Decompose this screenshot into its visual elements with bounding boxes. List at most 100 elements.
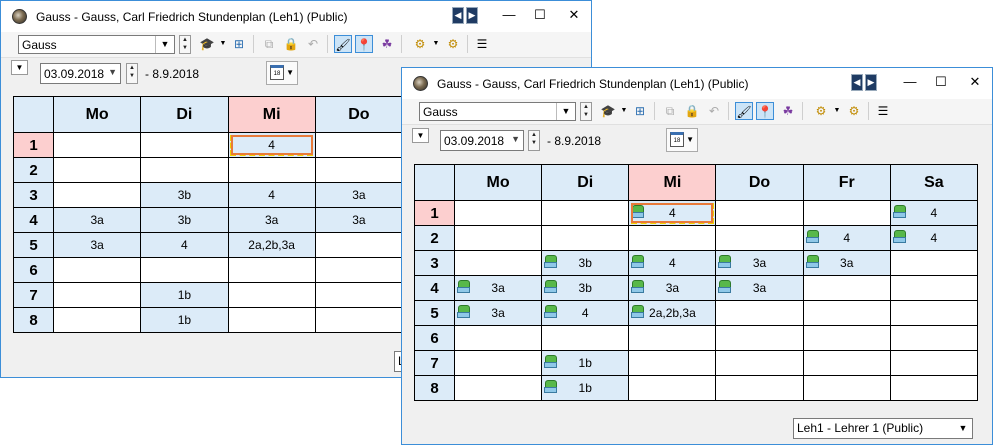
lesson-cell[interactable]: 3b — [140, 182, 229, 208]
empty-cell[interactable] — [715, 225, 804, 251]
lesson-cell[interactable]: 1b — [140, 307, 229, 333]
period-header[interactable]: 4 — [13, 207, 54, 233]
close-icon[interactable]: ✕ — [562, 4, 586, 26]
close-icon[interactable]: ✕ — [963, 71, 987, 93]
empty-cell[interactable] — [314, 157, 404, 183]
period-header[interactable]: 6 — [13, 257, 54, 283]
period-header[interactable]: 4 — [414, 275, 455, 301]
empty-cell[interactable] — [802, 275, 891, 301]
lesson-cell[interactable]: 4 — [227, 132, 316, 158]
empty-cell[interactable] — [628, 375, 717, 401]
chevron-down-icon[interactable]: ▼ — [108, 67, 117, 77]
empty-cell[interactable] — [52, 157, 142, 183]
day-header[interactable]: Do — [314, 96, 404, 133]
lesson-cell[interactable]: 3b — [140, 207, 229, 233]
lesson-cell[interactable]: 2a,2b,3a — [227, 232, 316, 258]
lesson-cell[interactable]: 3a — [802, 250, 891, 276]
minimize-icon[interactable]: — — [898, 71, 922, 93]
day-header[interactable]: Do — [715, 164, 804, 201]
lesson-cell[interactable]: 2a,2b,3a — [628, 300, 717, 326]
people-icon[interactable]: ☘ — [779, 102, 797, 120]
empty-cell[interactable] — [802, 300, 891, 326]
lesson-cell[interactable]: 1b — [140, 282, 229, 308]
empty-cell[interactable] — [715, 375, 804, 401]
prev-nav-icon[interactable]: ◀ — [851, 74, 863, 91]
empty-cell[interactable] — [802, 200, 891, 226]
lesson-cell[interactable]: 3a — [715, 275, 804, 301]
period-header[interactable]: 8 — [414, 375, 455, 401]
day-header[interactable]: Sa — [889, 164, 979, 201]
lesson-cell[interactable]: 3a — [314, 182, 404, 208]
lesson-cell[interactable]: 3a — [227, 207, 316, 233]
calendar-button[interactable]: 18 ▼ — [666, 128, 698, 152]
empty-cell[interactable] — [314, 307, 404, 333]
empty-cell[interactable] — [802, 325, 891, 351]
chevron-down-icon[interactable]: ▼ — [828, 102, 846, 120]
lesson-cell[interactable]: 4 — [628, 200, 717, 226]
day-header[interactable]: Mi — [628, 164, 717, 201]
chevron-down-icon[interactable]: ▼ — [556, 103, 575, 120]
pin-icon[interactable]: 📍 — [756, 102, 774, 120]
empty-cell[interactable] — [889, 300, 979, 326]
lesson-cell[interactable]: 3b — [541, 275, 630, 301]
day-header[interactable]: Mo — [453, 164, 543, 201]
collapse-toggle[interactable]: ▼ — [412, 128, 429, 143]
empty-cell[interactable] — [52, 282, 142, 308]
period-header[interactable]: 2 — [414, 225, 455, 251]
lesson-cell[interactable]: 3a — [453, 275, 543, 301]
empty-cell[interactable] — [541, 325, 630, 351]
front-title-bar[interactable]: Gauss - Gauss, Carl Friedrich Stundenpla… — [402, 68, 992, 99]
front-window[interactable]: Gauss - Gauss, Carl Friedrich Stundenpla… — [401, 67, 993, 445]
next-nav-icon[interactable]: ▶ — [466, 7, 478, 24]
menu-icon[interactable]: ☰ — [874, 102, 892, 120]
brush-icon[interactable]: 🖌 — [735, 102, 753, 120]
empty-cell[interactable] — [889, 250, 979, 276]
day-header[interactable]: Mo — [52, 96, 142, 133]
status-combo[interactable]: Leh1 - Lehrer 1 (Public) ▼ — [793, 418, 973, 439]
empty-cell[interactable] — [453, 350, 543, 376]
empty-cell[interactable] — [715, 200, 804, 226]
lesson-cell[interactable]: 4 — [140, 232, 229, 258]
empty-cell[interactable] — [889, 325, 979, 351]
empty-cell[interactable] — [52, 132, 142, 158]
period-header[interactable]: 1 — [414, 200, 455, 226]
empty-cell[interactable] — [140, 157, 229, 183]
empty-cell[interactable] — [314, 282, 404, 308]
maximize-icon[interactable]: ☐ — [528, 4, 552, 26]
empty-cell[interactable] — [715, 300, 804, 326]
period-header[interactable]: 3 — [13, 182, 54, 208]
empty-cell[interactable] — [889, 375, 979, 401]
menu-icon[interactable]: ☰ — [473, 35, 491, 53]
element-spinner[interactable]: ▲ ▼ — [580, 102, 592, 121]
lesson-cell[interactable]: 3a — [52, 207, 142, 233]
week-spinner[interactable]: ▲ ▼ — [528, 130, 540, 151]
date-from-field[interactable]: 03.09.2018 ▼ — [40, 63, 121, 84]
undo-icon[interactable]: ↶ — [304, 35, 322, 53]
lesson-cell[interactable]: 3a — [715, 250, 804, 276]
empty-cell[interactable] — [715, 350, 804, 376]
grid-icon[interactable]: ⊞ — [631, 102, 649, 120]
empty-cell[interactable] — [140, 257, 229, 283]
period-header[interactable]: 2 — [13, 157, 54, 183]
empty-cell[interactable] — [314, 257, 404, 283]
lesson-cell[interactable]: 1b — [541, 375, 630, 401]
maximize-icon[interactable]: ☐ — [929, 71, 953, 93]
lesson-cell[interactable]: 4 — [227, 182, 316, 208]
day-header[interactable]: Fr — [802, 164, 891, 201]
empty-cell[interactable] — [227, 307, 316, 333]
back-title-bar[interactable]: Gauss - Gauss, Carl Friedrich Stundenpla… — [1, 1, 591, 32]
next-nav-icon[interactable]: ▶ — [865, 74, 877, 91]
empty-cell[interactable] — [628, 350, 717, 376]
lesson-cell[interactable]: 1b — [541, 350, 630, 376]
lock-icon[interactable]: 🔒 — [282, 35, 300, 53]
lesson-cell[interactable]: 3a — [628, 275, 717, 301]
period-header[interactable]: 7 — [414, 350, 455, 376]
empty-cell[interactable] — [628, 325, 717, 351]
empty-cell[interactable] — [227, 157, 316, 183]
chevron-down-icon[interactable]: ▼ — [155, 36, 174, 53]
day-header[interactable]: Di — [140, 96, 229, 133]
chevron-down-icon[interactable]: ▼ — [511, 134, 520, 144]
copy-icon[interactable]: ⧉ — [260, 35, 278, 53]
empty-cell[interactable] — [453, 200, 543, 226]
grid-icon[interactable]: ⊞ — [230, 35, 248, 53]
